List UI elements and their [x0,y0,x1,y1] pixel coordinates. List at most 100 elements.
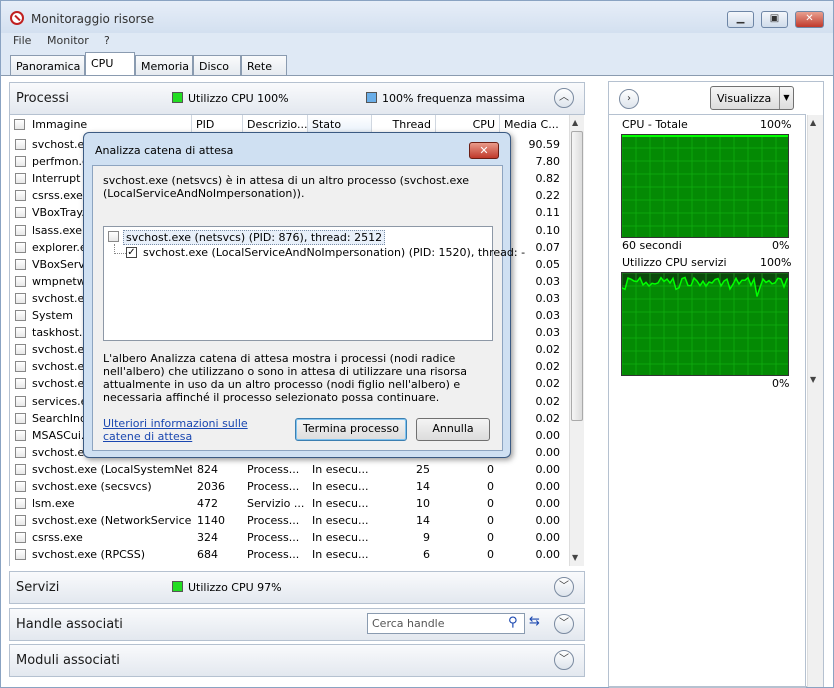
select-all-checkbox[interactable] [14,119,25,130]
cell-media: 0.00 [535,514,561,528]
end-process-button[interactable]: Termina processo [295,418,407,441]
col-media-cpu[interactable]: Media C... [500,115,569,135]
row-checkbox[interactable] [15,498,26,510]
menu-help[interactable]: ? [104,34,110,47]
tab-memoria[interactable]: Memoria [135,55,193,76]
row-checkbox[interactable] [15,378,26,390]
cell-stato: In esecu... [312,480,369,493]
cell-stato: In esecu... [312,531,369,545]
table-row[interactable]: svchost.exe (NetworkService) 1140 Process.… [10,512,569,529]
row-checkbox[interactable] [15,515,26,527]
tab-rete[interactable]: Rete [241,55,287,76]
menu-file[interactable]: File [13,34,31,47]
search-placeholder: Cerca handle [372,617,445,630]
expand-chevron-icon[interactable]: ﹀ [554,650,574,670]
cell-media: 0.00 [535,462,561,476]
cell-cpu: 0 [487,462,494,476]
processi-header[interactable]: Processi Utilizzo CPU 100% 100% frequenz… [9,82,585,115]
row-checkbox[interactable] [15,310,26,321]
cell-desc: Process... [247,480,300,493]
cell-desc: Process... [247,531,300,545]
row-checkbox[interactable] [15,258,26,270]
cell-thread: 6 [423,548,430,562]
dialog-close-button[interactable]: ✕ [469,142,499,159]
more-info-link[interactable]: Ulteriori informazioni sulle catene di a… [103,417,283,443]
cell-name: lsm.exe [32,497,75,511]
scroll-thumb[interactable] [571,131,583,421]
tree-child-checkbox[interactable]: ✓ [126,247,137,258]
tree-child-label: svchost.exe (LocalServiceAndNoImpersonat… [143,246,526,259]
cell-media: 0.00 [535,531,561,545]
row-checkbox[interactable] [15,361,26,373]
cell-stato: In esecu... [312,514,369,528]
cpu-services-min: 0% [772,377,790,390]
row-checkbox[interactable] [15,412,26,424]
visualizza-button[interactable]: Visualizza ▼ [710,86,794,110]
row-checkbox[interactable] [15,173,26,185]
process-scrollbar[interactable]: ▲ ▼ [569,115,584,566]
menu-bar: File Monitor ? [1,33,833,50]
blue-status-icon [366,92,377,103]
cell-thread: 14 [416,514,430,528]
row-checkbox[interactable] [15,139,26,150]
collapse-chevron-icon[interactable]: ︿ [554,88,574,108]
scroll-up-icon[interactable]: ▲ [810,118,816,127]
row-checkbox[interactable] [15,156,26,168]
table-row[interactable]: svchost.exe (secsvcs) 2036 Process... In es… [10,478,569,495]
expand-chevron-icon[interactable]: ﹀ [554,614,574,634]
row-checkbox[interactable] [15,463,26,475]
row-checkbox[interactable] [15,190,26,202]
row-checkbox[interactable] [15,224,26,236]
handle-search-input[interactable]: Cerca handle [367,613,525,634]
row-checkbox[interactable] [15,429,26,441]
tab-panoramica[interactable]: Panoramica [10,55,85,76]
table-row[interactable]: csrss.exe 324 Process... In esecu... 9 0 0.00 [10,529,569,546]
scroll-up-icon[interactable]: ▲ [572,118,578,127]
cancel-button[interactable]: Annulla [416,418,490,441]
search-icon[interactable]: ⚲ [508,615,518,630]
table-row[interactable]: lsm.exe 472 Servizio ... In esecu... 10 0 0.00 [10,495,569,512]
scroll-down-icon[interactable]: ▼ [810,375,816,384]
row-checkbox[interactable] [15,446,26,458]
cell-stato: In esecu... [312,497,369,511]
cell-thread: 14 [416,480,430,493]
table-row[interactable]: svchost.exe (RPCSS) 684 Process... In esecu… [10,546,569,563]
row-checkbox[interactable] [15,395,26,407]
row-checkbox[interactable] [15,207,26,219]
close-button[interactable]: ✕ [795,11,824,28]
tab-cpu[interactable]: CPU [85,52,135,76]
row-checkbox[interactable] [15,549,26,561]
menu-monitor[interactable]: Monitor [47,34,89,47]
green-status-icon [172,92,183,103]
row-checkbox[interactable] [15,241,26,253]
refresh-icon[interactable]: ⇆ [529,614,540,629]
tree-root-checkbox[interactable] [108,231,119,242]
minimize-button[interactable]: ▁ [727,11,754,28]
expand-chevron-icon[interactable]: ﹀ [554,577,574,597]
row-checkbox[interactable] [15,275,26,287]
maximize-button[interactable]: ▣ [761,11,788,28]
servizi-header[interactable]: Servizi Utilizzo CPU 97% ﹀ [9,571,585,604]
row-checkbox[interactable] [15,344,26,356]
cpu-total-max: 100% [760,118,792,131]
graphs-scrollbar[interactable]: ▲ ▼ [807,115,823,687]
expand-right-icon[interactable]: › [619,89,639,109]
wait-chain-tree: svchost.exe (netsvcs) (PID: 876), thread… [103,226,525,341]
cell-name: svchost.exe (RPCSS) [32,548,146,562]
scroll-down-icon[interactable]: ▼ [572,553,578,562]
green-status-icon [172,581,183,592]
row-checkbox[interactable] [15,292,26,304]
moduli-header[interactable]: Moduli associati ﹀ [9,644,585,677]
cell-pid: 2036 [197,480,225,493]
row-checkbox[interactable] [15,532,26,544]
dropdown-arrow-icon[interactable]: ▼ [779,87,793,109]
cpu-usage-label: Utilizzo CPU 100% [188,92,289,105]
table-row[interactable]: svchost.exe (LocalSystemNet... 824 Process… [10,461,569,478]
cell-media: 0.00 [535,480,561,493]
cell-name: csrss.exe [32,531,83,545]
row-checkbox[interactable] [15,327,26,339]
row-checkbox[interactable] [15,481,26,492]
col-immagine-label: Immagine [32,118,88,131]
tab-disco[interactable]: Disco [193,55,241,76]
servizi-status: Utilizzo CPU 97% [172,581,282,594]
